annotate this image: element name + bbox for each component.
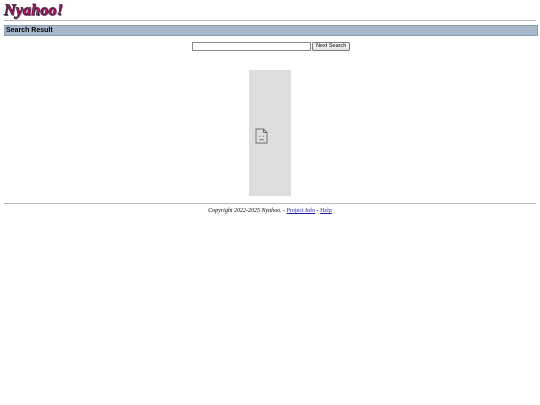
header-divider	[4, 20, 536, 21]
broken-image-icon	[255, 128, 268, 144]
help-link[interactable]: Help	[320, 208, 332, 214]
search-form: Next Search	[192, 42, 351, 51]
search-result-bar: Search Result	[4, 25, 538, 36]
next-search-button[interactable]: Next Search	[312, 42, 351, 51]
footer: Copyright 2022-2025 Nyahoo. - Project In…	[0, 207, 540, 215]
footer-divider	[4, 203, 536, 204]
search-input[interactable]	[192, 42, 311, 51]
nyahoo-logo[interactable]: Nyahoo!	[4, 2, 64, 20]
search-result-label: Search Result	[6, 27, 53, 34]
project-info-link[interactable]: Project Info	[287, 208, 316, 214]
copyright-text: Copyright 2022-2025 Nyahoo.	[208, 208, 282, 214]
